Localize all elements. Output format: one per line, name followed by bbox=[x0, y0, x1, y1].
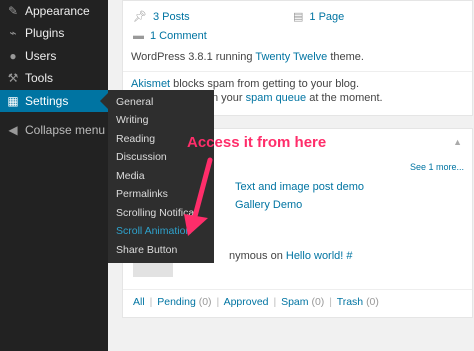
version-text: WordPress 3.8.1 running bbox=[131, 51, 256, 63]
filter-spam[interactable]: Spam bbox=[281, 296, 308, 308]
version-info: WordPress 3.8.1 running Twenty Twelve th… bbox=[131, 51, 364, 63]
users-icon: ● bbox=[9, 49, 17, 63]
collapse-menu-label: Collapse menu bbox=[25, 123, 106, 137]
filter-separator: | bbox=[273, 296, 277, 308]
spam-count: (0) bbox=[311, 296, 325, 308]
pending-count: (0) bbox=[198, 296, 212, 308]
spam-queue-link[interactable]: spam queue bbox=[246, 92, 307, 104]
sidebar-item-settings[interactable]: ▦ Settings bbox=[0, 90, 108, 112]
filter-separator: | bbox=[329, 296, 332, 308]
filter-separator: | bbox=[216, 296, 220, 308]
filter-approved[interactable]: Approved bbox=[224, 296, 269, 308]
sidebar-item-tools[interactable]: ⚒ Tools bbox=[0, 67, 108, 89]
sidebar-item-label: Tools bbox=[25, 71, 54, 85]
pages-count[interactable]: 1 Page bbox=[309, 11, 344, 23]
comments-count-link[interactable]: ▬ 1 Comment bbox=[133, 30, 207, 42]
collapse-menu-button[interactable]: ◀ Collapse menu bbox=[0, 119, 108, 141]
akismet-link[interactable]: Akismet bbox=[131, 78, 170, 90]
sidebar-item-users[interactable]: ● Users bbox=[0, 45, 108, 67]
filter-separator: | bbox=[149, 296, 153, 308]
spam-suffix: at the moment. bbox=[306, 92, 383, 104]
comment-post-link[interactable]: Hello world! # bbox=[286, 250, 353, 262]
brush-icon: ✎ bbox=[7, 4, 19, 18]
trash-count: (0) bbox=[366, 296, 379, 308]
settings-icon: ▦ bbox=[7, 94, 19, 108]
sidebar-item-label: Appearance bbox=[25, 4, 90, 18]
comment-filters: All | Pending (0) | Approved | Spam (0) … bbox=[133, 296, 379, 308]
plug-icon: ⌁ bbox=[9, 26, 17, 40]
activity-post-link[interactable]: Gallery Demo bbox=[235, 199, 302, 211]
pages-count-link[interactable]: ▤ 1 Page bbox=[293, 10, 344, 24]
posts-count[interactable]: 3 Posts bbox=[153, 11, 190, 23]
akismet-info: Akismet blocks spam from getting to your… bbox=[131, 78, 359, 90]
submenu-item-share-button[interactable]: Share Button bbox=[116, 241, 212, 259]
filter-all[interactable]: All bbox=[133, 296, 145, 308]
comment-author: nymous on bbox=[229, 250, 286, 262]
divider bbox=[123, 71, 472, 72]
activity-post-link[interactable]: Text and image post demo bbox=[235, 181, 364, 193]
sidebar-item-appearance[interactable]: ✎ Appearance bbox=[0, 0, 108, 22]
admin-sidebar: ✎ Appearance ⌁ Plugins ● Users ⚒ Tools ▦… bbox=[0, 0, 108, 351]
pin-icon: 📌︎ bbox=[133, 11, 147, 23]
page-icon: ▤ bbox=[293, 11, 304, 23]
version-suffix: theme. bbox=[327, 51, 364, 63]
sidebar-item-label: Settings bbox=[25, 94, 69, 108]
divider bbox=[123, 289, 472, 290]
collapse-icon: ◀ bbox=[8, 123, 18, 137]
collapse-arrow-icon[interactable]: ▲ bbox=[453, 137, 462, 147]
sidebar-item-plugins[interactable]: ⌁ Plugins bbox=[0, 22, 108, 44]
submenu-item-writing[interactable]: Writing bbox=[116, 111, 212, 129]
annotation-arrow-icon bbox=[184, 157, 213, 236]
sidebar-item-label: Plugins bbox=[25, 26, 65, 40]
filter-trash[interactable]: Trash bbox=[337, 296, 363, 308]
theme-link[interactable]: Twenty Twelve bbox=[255, 51, 327, 63]
submenu-item-general[interactable]: General bbox=[116, 93, 212, 111]
comment-item: nymous on Hello world! # bbox=[229, 250, 353, 262]
sidebar-item-label: Users bbox=[25, 49, 57, 63]
comments-count[interactable]: 1 Comment bbox=[150, 30, 207, 42]
comment-icon: ▬ bbox=[133, 30, 144, 42]
posts-count-link[interactable]: 📌︎ 3 Posts bbox=[133, 10, 190, 24]
akismet-text: blocks spam from getting to your blog. bbox=[170, 78, 360, 90]
see-more-link[interactable]: See 1 more... bbox=[410, 162, 464, 172]
wrench-icon: ⚒ bbox=[7, 71, 19, 85]
filter-pending[interactable]: Pending bbox=[157, 296, 196, 308]
